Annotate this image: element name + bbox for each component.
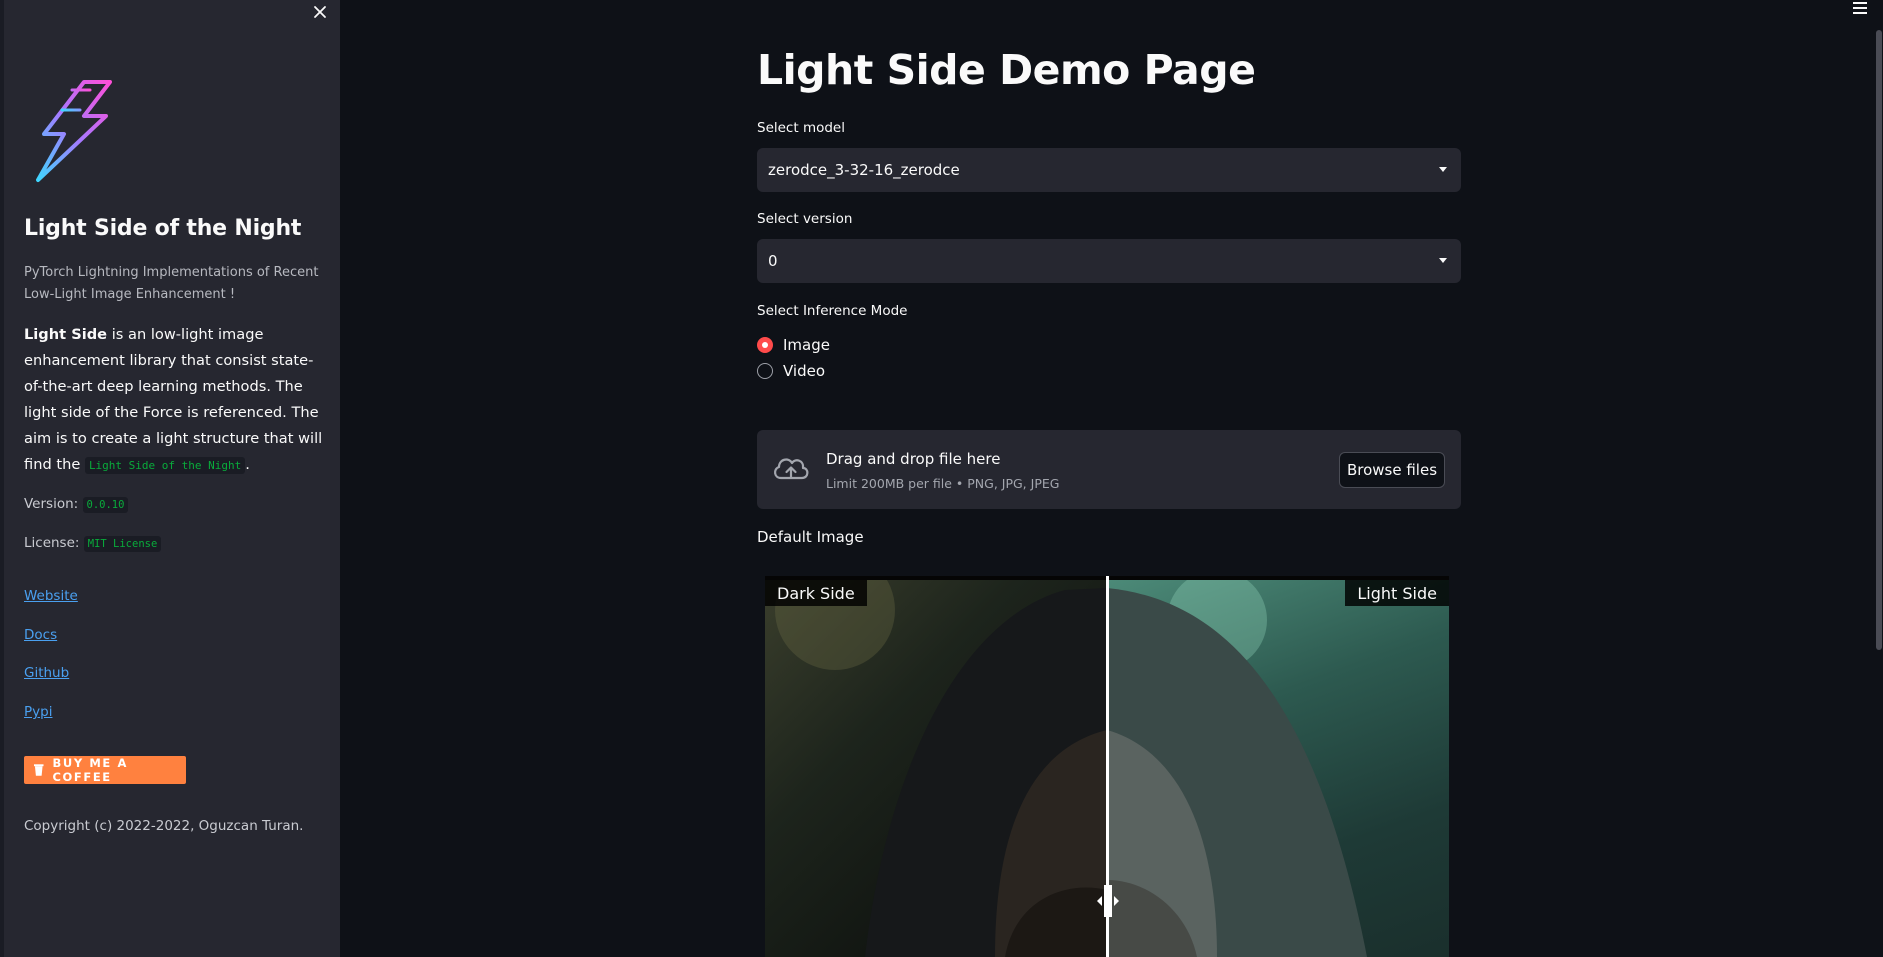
app-window: Light Side of the Night PyTorch Lightnin… (0, 0, 1883, 957)
close-icon[interactable] (310, 2, 330, 22)
sidebar: Light Side of the Night PyTorch Lightnin… (0, 0, 340, 957)
uploader-hint: Limit 200MB per file • PNG, JPG, JPEG (826, 476, 1060, 491)
coffee-cup-icon (34, 764, 44, 776)
sidebar-subtitle: PyTorch Lightning Implementations of Rec… (24, 265, 319, 302)
description-end: . (245, 456, 250, 473)
chevron-down-icon (1439, 167, 1447, 172)
uploader-title: Drag and drop file here (826, 450, 1001, 468)
license-row: License: MIT License (24, 535, 162, 552)
page-title: Light Side Demo Page (757, 46, 1256, 94)
buy-me-a-coffee-button[interactable]: BUY ME A COFFEE (24, 756, 186, 784)
radio-unselected-icon (757, 363, 773, 379)
sidebar-description: Light Side is an low-light image enhance… (24, 322, 330, 479)
hamburger-menu-icon[interactable] (1851, 0, 1869, 16)
description-bold: Light Side (24, 326, 108, 343)
model-label: Select model (757, 120, 845, 136)
scrollbar[interactable] (1876, 30, 1882, 650)
chevron-down-icon (1439, 258, 1447, 263)
link-github[interactable]: Github (24, 665, 69, 681)
lightning-bolt-icon (36, 80, 112, 182)
radio-image[interactable]: Image (757, 336, 830, 354)
version-label: Version: (24, 496, 79, 512)
browse-files-button[interactable]: Browse files (1339, 452, 1445, 488)
slider-handle-icon[interactable] (1097, 885, 1119, 917)
link-pypi[interactable]: Pypi (24, 704, 52, 720)
radio-video-label: Video (783, 362, 826, 380)
radio-video[interactable]: Video (757, 362, 825, 380)
link-docs[interactable]: Docs (24, 627, 57, 643)
dark-side-figure (775, 580, 1107, 957)
version-row: Version: 0.0.10 (24, 496, 129, 513)
copyright: Copyright (c) 2022-2022, Oguzcan Turan. (24, 818, 304, 834)
description-code: Light Side of the Night (84, 457, 246, 474)
model-select[interactable]: zerodce_3-32-16_zerodce (757, 148, 1461, 192)
link-website[interactable]: Website (24, 588, 78, 604)
mode-label: Select Inference Mode (757, 303, 908, 319)
file-uploader[interactable]: Drag and drop file here Limit 200MB per … (757, 430, 1461, 509)
radio-image-label: Image (783, 336, 830, 354)
default-image-label: Default Image (757, 528, 864, 546)
description-text: is an low-light image enhancement librar… (24, 326, 323, 473)
light-side-label: Light Side (1345, 580, 1449, 606)
light-side-image: Light Side (1107, 580, 1449, 957)
version-value: 0.0.10 (82, 497, 129, 513)
dark-side-image: Dark Side (765, 580, 1107, 957)
radio-selected-icon (757, 337, 773, 353)
license-value: MIT License (83, 536, 162, 552)
version-select[interactable]: 0 (757, 239, 1461, 283)
light-side-figure (1107, 580, 1367, 957)
license-label: License: (24, 535, 80, 551)
cloud-upload-icon (774, 458, 809, 480)
version-select-label: Select version (757, 211, 853, 227)
coffee-label: BUY ME A COFFEE (52, 756, 128, 784)
version-select-value: 0 (768, 252, 778, 270)
image-comparison[interactable]: Dark Side Light Side (765, 576, 1449, 957)
model-value: zerodce_3-32-16_zerodce (768, 161, 960, 179)
sidebar-title: Light Side of the Night (24, 216, 302, 241)
dark-side-label: Dark Side (765, 580, 867, 606)
